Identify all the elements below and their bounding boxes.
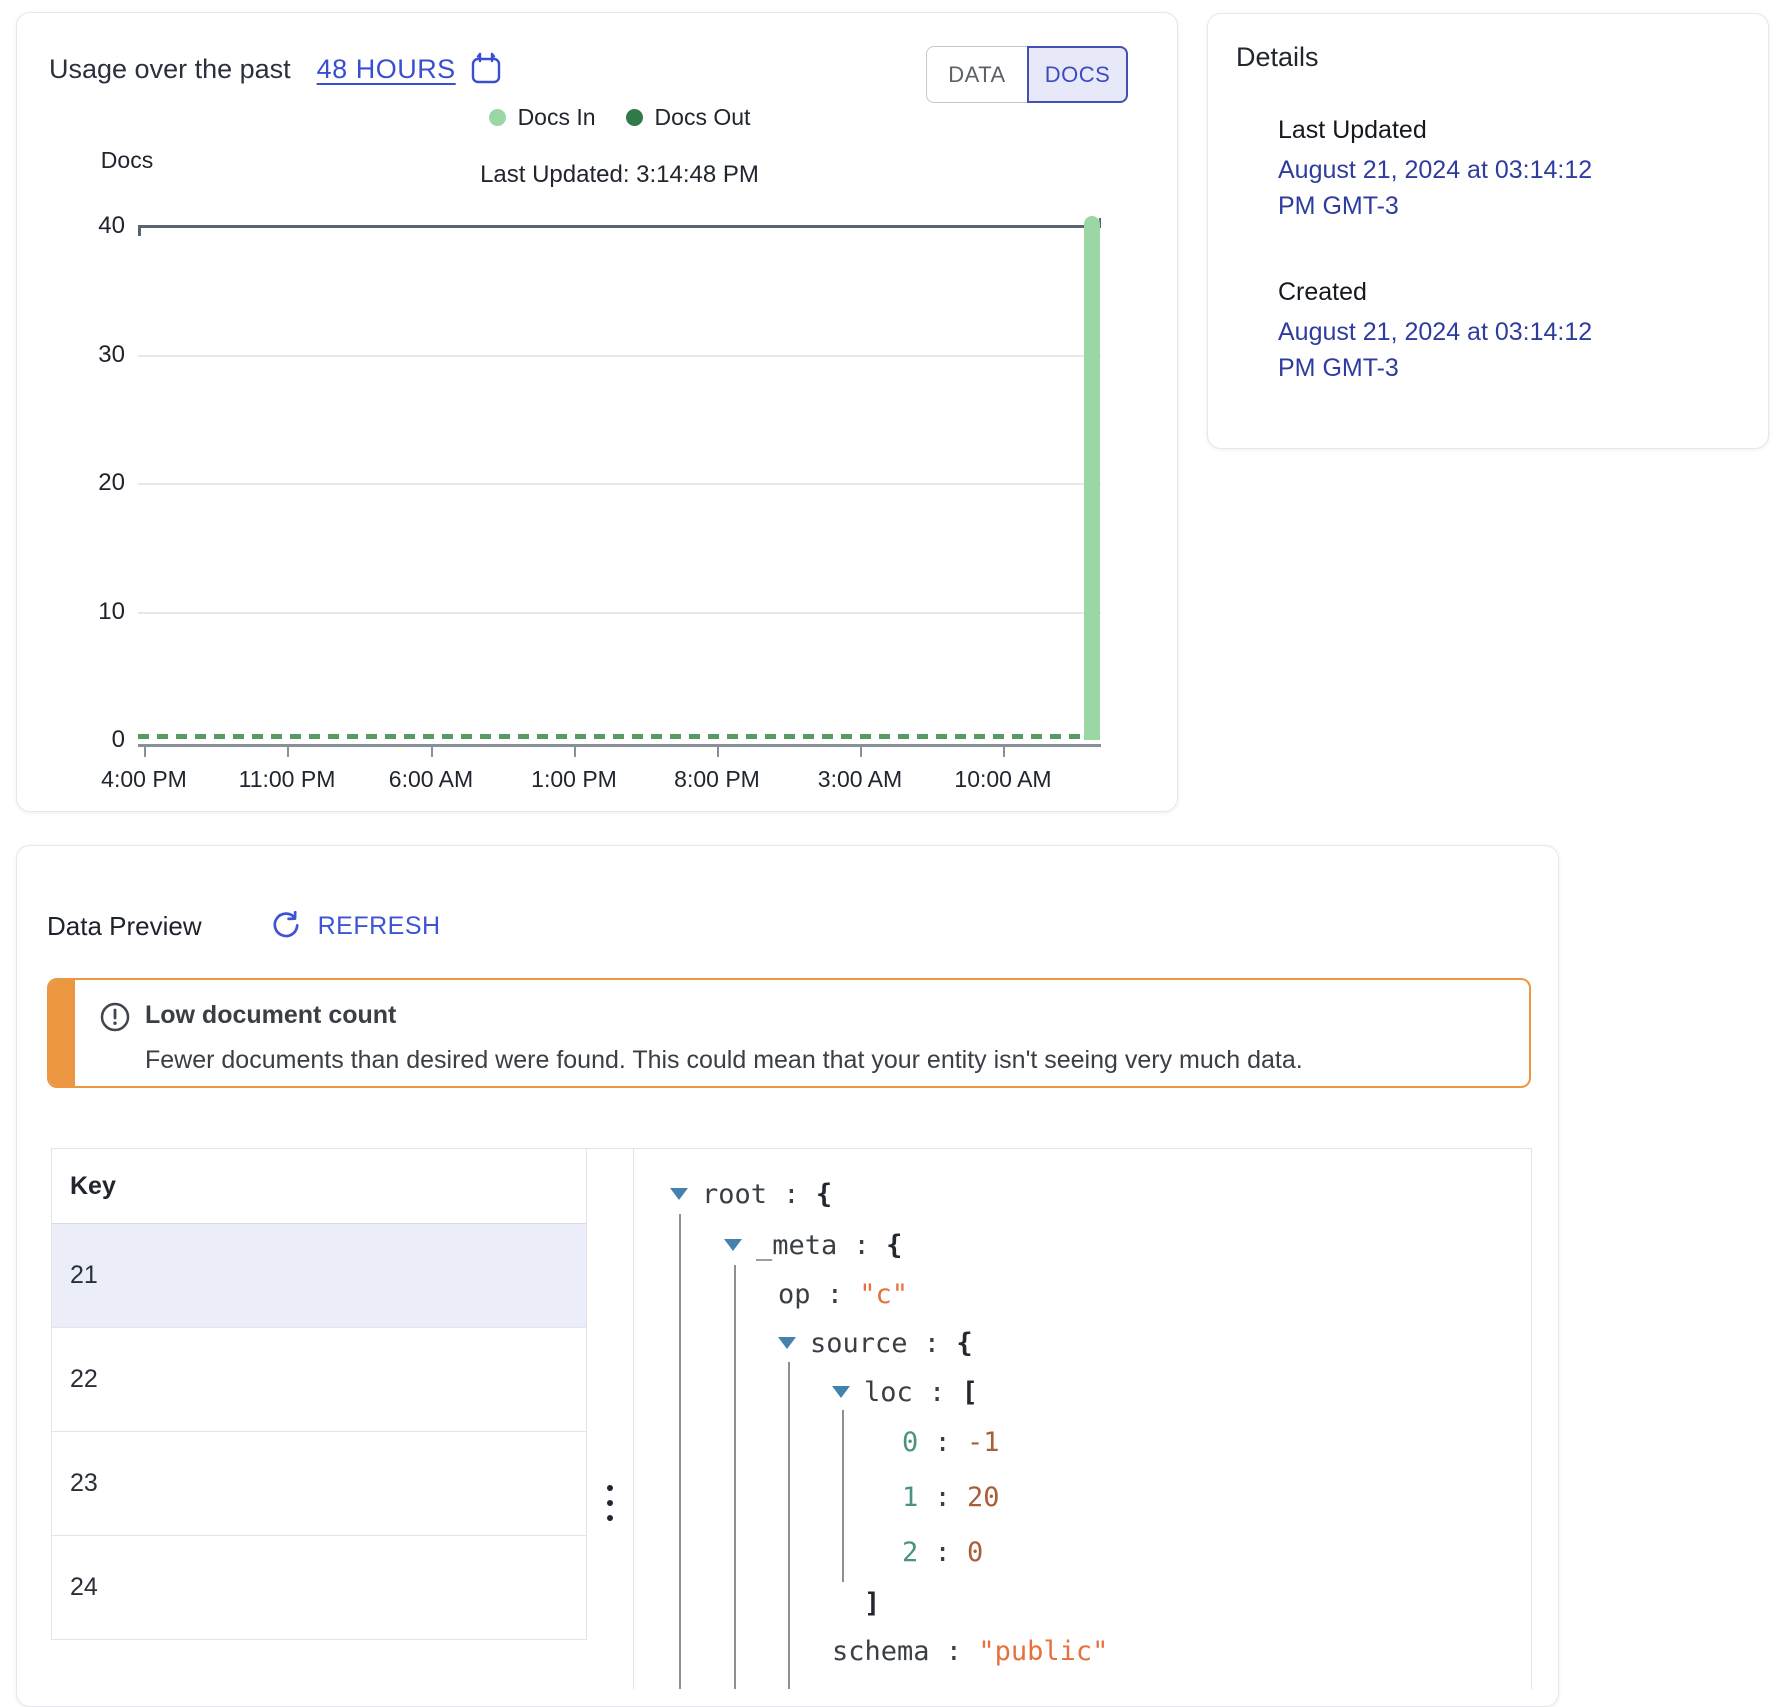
panel-resizer[interactable] [587, 1149, 633, 1689]
data-preview-card: Data Preview REFRESH Low document count … [16, 845, 1559, 1707]
low-document-count-warning: Low document count Fewer documents than … [47, 978, 1531, 1088]
data-docs-toggle: DATA DOCS [926, 46, 1128, 103]
y-tick-label: 0 [57, 726, 125, 754]
usage-chart: 4030201004:00 PM11:00 PM6:00 AM1:00 PM8:… [138, 226, 1101, 786]
collapse-triangle-icon[interactable] [670, 1188, 688, 1200]
json-tree-row: root : { [634, 1173, 1531, 1217]
json-tree-row: 2 : 0 [634, 1531, 1531, 1575]
x-tick [144, 747, 146, 757]
details-field-value: August 21, 2024 at 03:14:12 [1278, 314, 1592, 350]
y-tick-label: 10 [57, 598, 125, 626]
collapse-triangle-icon[interactable] [724, 1239, 742, 1251]
details-title: Details [1236, 42, 1319, 73]
drag-handle-icon [607, 1485, 613, 1521]
details-field-label: Last Updated [1278, 114, 1592, 146]
preview-title: Data Preview [47, 911, 202, 942]
time-range-link[interactable]: 48 HOURS [317, 51, 504, 87]
details-field-label: Created [1278, 276, 1592, 308]
refresh-label: REFRESH [318, 912, 441, 941]
legend-label: Docs In [518, 104, 596, 131]
x-tick-label: 10:00 AM [933, 766, 1073, 793]
preview-header: Data Preview REFRESH [47, 910, 441, 942]
json-tree-row: 0 : -1 [634, 1421, 1531, 1465]
y-tick-label: 20 [57, 469, 125, 497]
details-card: Details Last Updated August 21, 2024 at … [1207, 13, 1769, 449]
gridline-top [138, 225, 1101, 228]
details-field-value: PM GMT-3 [1278, 188, 1592, 224]
key-table-row[interactable]: 23 [52, 1432, 586, 1536]
json-tree-row: op : "c" [634, 1273, 1531, 1317]
y-tick-label: 40 [57, 212, 125, 240]
usage-header: Usage over the past 48 HOURS [49, 51, 504, 87]
x-tick-label: 11:00 PM [217, 766, 357, 793]
json-tree-row: schema : "public" [634, 1630, 1531, 1674]
json-tree-row: loc : [ [634, 1371, 1531, 1415]
details-created: Created August 21, 2024 at 03:14:12 PM G… [1278, 276, 1592, 386]
json-tree-row: source : { [634, 1322, 1531, 1366]
y-tick-label: 30 [57, 341, 125, 369]
legend-label: Docs Out [655, 104, 751, 131]
gridline [138, 355, 1101, 357]
usage-title: Usage over the past [49, 54, 291, 85]
x-tick [1003, 747, 1005, 757]
refresh-icon [270, 910, 302, 942]
time-range-label: 48 HOURS [317, 54, 456, 85]
legend-item[interactable]: Docs In [489, 104, 596, 131]
collapse-triangle-icon[interactable] [778, 1337, 796, 1349]
warning-accent-bar [49, 980, 75, 1086]
x-tick [431, 747, 433, 757]
key-table-header: Key [52, 1149, 586, 1224]
details-last-updated: Last Updated August 21, 2024 at 03:14:12… [1278, 114, 1592, 224]
x-tick [860, 747, 862, 757]
warning-message: Fewer documents than desired were found.… [145, 1046, 1303, 1075]
preview-content: Key 21222324 root : { _meta : { op : "c" so… [51, 1148, 1532, 1689]
x-tick-label: 3:00 AM [790, 766, 930, 793]
legend-item[interactable]: Docs Out [626, 104, 751, 131]
gridline [138, 483, 1101, 485]
json-tree-panel: root : { _meta : { op : "c" source : { loc :… [633, 1149, 1532, 1689]
warning-title: Low document count [145, 1001, 396, 1030]
chart-legend: Docs In Docs Out [138, 104, 1101, 131]
x-tick-label: 4:00 PM [74, 766, 214, 793]
tab-docs[interactable]: DOCS [1027, 46, 1128, 103]
chart-last-updated-note: Last Updated: 3:14:48 PM [138, 161, 1101, 189]
x-tick-label: 8:00 PM [647, 766, 787, 793]
json-tree-row: ] [634, 1582, 1531, 1626]
refresh-button[interactable]: REFRESH [270, 910, 441, 942]
docs-out-series-line [138, 734, 1084, 739]
collapse-triangle-icon[interactable] [832, 1386, 850, 1398]
legend-dot-icon [489, 109, 506, 126]
json-tree-row: 1 : 20 [634, 1476, 1531, 1520]
details-field-value: August 21, 2024 at 03:14:12 [1278, 152, 1592, 188]
key-table-row[interactable]: 22 [52, 1328, 586, 1432]
key-table-row[interactable]: 21 [52, 1224, 586, 1328]
key-table: Key 21222324 [51, 1149, 587, 1640]
x-tick-label: 6:00 AM [361, 766, 501, 793]
x-tick-label: 1:00 PM [504, 766, 644, 793]
legend-dot-icon [626, 109, 643, 126]
details-field-value: PM GMT-3 [1278, 350, 1592, 386]
calendar-icon[interactable] [468, 51, 504, 87]
usage-card: Usage over the past 48 HOURS DATA DOCS D… [16, 12, 1178, 812]
x-tick [717, 747, 719, 757]
docs-in-spike-bar[interactable] [1084, 216, 1100, 740]
json-tree-row: _meta : { [634, 1224, 1531, 1268]
x-axis-line [138, 744, 1101, 747]
warning-icon [99, 1001, 131, 1033]
x-tick [287, 747, 289, 757]
key-table-row[interactable]: 24 [52, 1536, 586, 1640]
gridline [138, 612, 1101, 614]
tab-data[interactable]: DATA [926, 46, 1027, 103]
x-tick [574, 747, 576, 757]
